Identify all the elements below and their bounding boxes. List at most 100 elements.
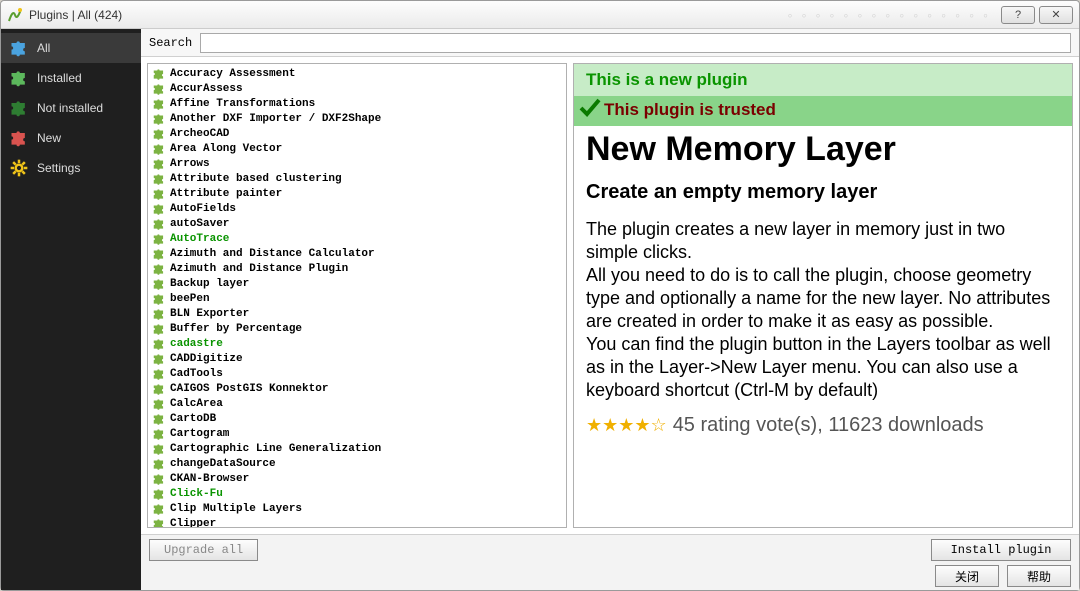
puzzle-icon	[152, 397, 166, 411]
plugin-name: AutoTrace	[170, 233, 229, 245]
plugin-name: Cartogram	[170, 428, 229, 440]
plugins-window: Plugins | All (424) ◦◦◦◦◦◦◦◦◦◦◦◦◦◦◦ ? ✕ …	[0, 0, 1080, 591]
plugin-list-item[interactable]: ArcheoCAD	[148, 126, 566, 141]
plugin-name: Cartographic Line Generalization	[170, 443, 381, 455]
puzzle-icon	[152, 322, 166, 336]
plugin-list-item[interactable]: AutoTrace	[148, 231, 566, 246]
plugin-list-item[interactable]: Attribute painter	[148, 186, 566, 201]
plugin-list-item[interactable]: Clip Multiple Layers	[148, 501, 566, 516]
gear-icon	[9, 158, 29, 178]
content-area: Accuracy Assessment AccurAssess Affine Tra…	[141, 57, 1079, 534]
plugin-name: Affine Transformations	[170, 98, 315, 110]
plugin-title: New Memory Layer	[574, 126, 1072, 177]
puzzle-icon	[152, 292, 166, 306]
plugin-list-item[interactable]: Buffer by Percentage	[148, 321, 566, 336]
puzzle-icon	[152, 127, 166, 141]
plugin-name: Click-Fu	[170, 488, 223, 500]
sidebar-item-label: Installed	[37, 71, 82, 85]
plugin-name: CAIGOS PostGIS Konnektor	[170, 383, 328, 395]
plugin-list-item[interactable]: AccurAssess	[148, 81, 566, 96]
upgrade-all-button[interactable]: Upgrade all	[149, 539, 258, 561]
puzzle-icon	[152, 337, 166, 351]
sidebar-item-installed[interactable]: Installed	[1, 63, 141, 93]
plugin-list-item[interactable]: Azimuth and Distance Calculator	[148, 246, 566, 261]
sidebar-item-label: Not installed	[37, 101, 103, 115]
sidebar-item-not-installed[interactable]: Not installed	[1, 93, 141, 123]
plugin-description: The plugin creates a new layer in memory…	[574, 214, 1072, 406]
rating-row: ★★★★☆ 45 rating vote(s), 11623 downloads	[574, 406, 1072, 445]
plugin-list-item[interactable]: CKAN-Browser	[148, 471, 566, 486]
sidebar-item-all[interactable]: All	[1, 33, 141, 63]
plugin-name: Buffer by Percentage	[170, 323, 302, 335]
search-input[interactable]	[200, 33, 1071, 53]
plugin-list-item[interactable]: Backup layer	[148, 276, 566, 291]
plugin-name: Azimuth and Distance Calculator	[170, 248, 375, 260]
plugin-list-item[interactable]: Cartogram	[148, 426, 566, 441]
sidebar-item-new[interactable]: New	[1, 123, 141, 153]
plugin-name: Attribute based clustering	[170, 173, 342, 185]
puzzle-icon	[152, 277, 166, 291]
plugin-name: autoSaver	[170, 218, 229, 230]
plugin-name: CADDigitize	[170, 353, 243, 365]
plugin-list-item[interactable]: Attribute based clustering	[148, 171, 566, 186]
puzzle-icon	[152, 172, 166, 186]
plugin-list-item[interactable]: AutoFields	[148, 201, 566, 216]
plugin-list[interactable]: Accuracy Assessment AccurAssess Affine Tra…	[148, 64, 566, 527]
plugin-name: beePen	[170, 293, 210, 305]
plugin-name: Accuracy Assessment	[170, 68, 295, 80]
plugin-list-item[interactable]: CADDigitize	[148, 351, 566, 366]
plugin-list-item[interactable]: Click-Fu	[148, 486, 566, 501]
puzzle-icon	[152, 412, 166, 426]
plugin-name: AccurAssess	[170, 83, 243, 95]
plugin-name: CalcArea	[170, 398, 223, 410]
plugin-list-item[interactable]: Accuracy Assessment	[148, 66, 566, 81]
puzzle-icon	[9, 98, 29, 118]
sidebar-item-settings[interactable]: Settings	[1, 153, 141, 183]
plugin-name: Clip Multiple Layers	[170, 503, 302, 515]
sidebar-item-label: Settings	[37, 161, 80, 175]
trusted-plugin-banner: This plugin is trusted	[574, 96, 1072, 126]
plugin-name: CadTools	[170, 368, 223, 380]
install-plugin-button[interactable]: Install plugin	[931, 539, 1071, 561]
help-button[interactable]: 帮助	[1007, 565, 1071, 587]
plugin-list-item[interactable]: changeDataSource	[148, 456, 566, 471]
search-row: Search	[141, 29, 1079, 57]
puzzle-icon	[152, 247, 166, 261]
plugin-list-item[interactable]: Clipper	[148, 516, 566, 527]
puzzle-icon	[152, 187, 166, 201]
plugin-detail-panel[interactable]: This is a new plugin This plugin is trus…	[573, 63, 1073, 528]
sidebar-item-label: All	[37, 41, 50, 55]
plugin-list-item[interactable]: Arrows	[148, 156, 566, 171]
plugin-list-item[interactable]: CalcArea	[148, 396, 566, 411]
main-panel: Search Accuracy Assessment AccurAssess Aff…	[141, 29, 1079, 590]
plugin-list-item[interactable]: beePen	[148, 291, 566, 306]
plugin-list-item[interactable]: Another DXF Importer / DXF2Shape	[148, 111, 566, 126]
rating-text: 45 rating vote(s), 11623 downloads	[673, 414, 984, 437]
plugin-list-item[interactable]: CadTools	[148, 366, 566, 381]
plugin-list-item[interactable]: CartoDB	[148, 411, 566, 426]
plugin-name: AutoFields	[170, 203, 236, 215]
plugin-name: ArcheoCAD	[170, 128, 229, 140]
close-button[interactable]: 关闭	[935, 565, 999, 587]
window-help-button[interactable]: ?	[1001, 6, 1035, 24]
puzzle-icon	[152, 472, 166, 486]
puzzle-icon	[152, 382, 166, 396]
puzzle-icon	[152, 157, 166, 171]
plugin-list-item[interactable]: autoSaver	[148, 216, 566, 231]
plugin-name: Backup layer	[170, 278, 249, 290]
plugin-list-panel: Accuracy Assessment AccurAssess Affine Tra…	[147, 63, 567, 528]
sidebar: All Installed Not installed New Settings	[1, 29, 141, 590]
plugin-list-item[interactable]: CAIGOS PostGIS Konnektor	[148, 381, 566, 396]
plugin-list-item[interactable]: BLN Exporter	[148, 306, 566, 321]
search-label: Search	[149, 36, 192, 50]
new-plugin-banner: This is a new plugin	[574, 64, 1072, 96]
plugin-list-item[interactable]: Area Along Vector	[148, 141, 566, 156]
window-close-button[interactable]: ✕	[1039, 6, 1073, 24]
window-title: Plugins | All (424)	[29, 8, 122, 22]
window-body: All Installed Not installed New Settings…	[1, 29, 1079, 590]
plugin-list-item[interactable]: Cartographic Line Generalization	[148, 441, 566, 456]
plugin-list-item[interactable]: cadastre	[148, 336, 566, 351]
app-icon	[7, 7, 23, 23]
plugin-list-item[interactable]: Azimuth and Distance Plugin	[148, 261, 566, 276]
plugin-list-item[interactable]: Affine Transformations	[148, 96, 566, 111]
